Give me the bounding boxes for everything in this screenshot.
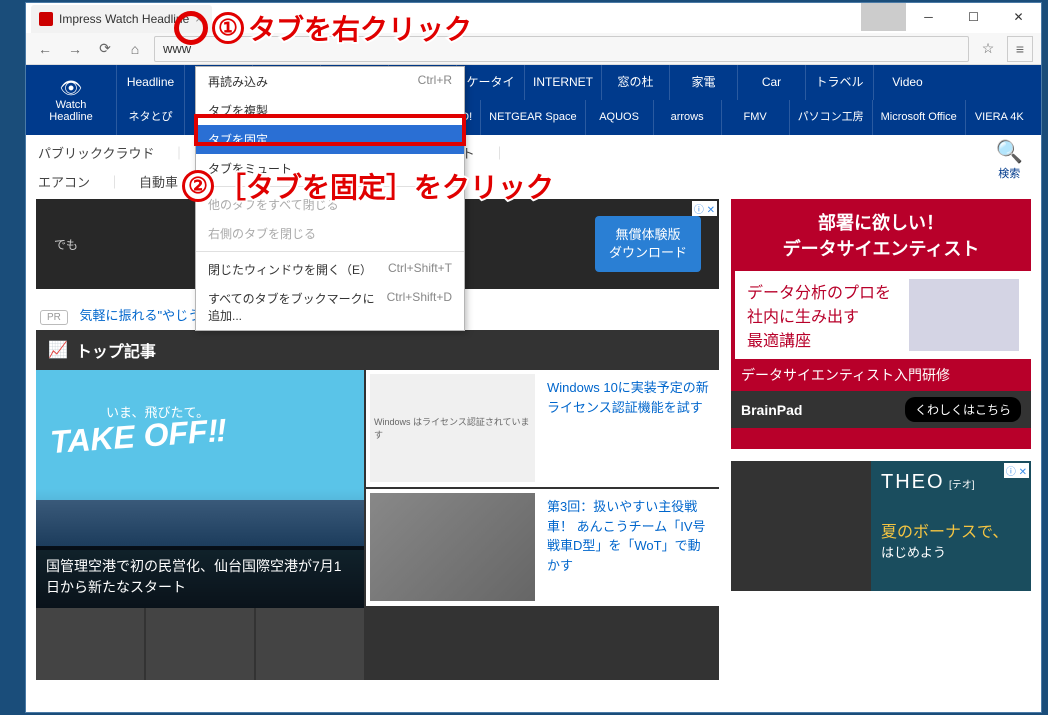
ad2-line2: はじめよう [881,545,946,560]
browser-window: Impress Watch Headline × 新 ─ ☐ ✕ ← → ⟳ ⌂… [25,2,1042,713]
tab-title: Impress Watch Headline [59,12,189,26]
nav-item[interactable]: ケータイ [456,65,524,100]
annotation-text: タブを右クリック [248,8,472,48]
article-thumb: Windows はライセンス認証されています [370,374,535,482]
forward-button[interactable]: → [64,38,86,60]
menu-button[interactable]: ≡ [1007,36,1033,62]
annotation-number: ① [212,12,244,44]
top-articles: 📈 トップ記事 いま、飛びたて。 TAKE OFF‼ 国管理空港で初の民営化、仙… [36,330,719,680]
content-area: でも Adobe Creative Cloudなら 1ライセンスで利用可能 無償… [26,199,1041,680]
ad-info-close[interactable]: ⓘ ✕ [692,201,717,216]
nav-item[interactable]: AQUOS [585,100,653,135]
side-column: 部署に欲しい！ データサイエンティスト データ分析のプロを 社内に生み出す 最適… [731,199,1031,680]
annotation-2: ② ［タブを固定］をクリック [182,166,554,206]
star-icon[interactable]: ☆ [977,38,999,60]
article-title: 第3回：扱いやすい主役戦車！ あんこうチーム「IV号戦車D型」を「WoT」で動か… [543,493,715,602]
article-row[interactable]: 第3回：扱いやすい主役戦車！ あんこうチーム「IV号戦車D型」を「WoT」で動か… [366,489,719,606]
menu-item: 右側のタブを閉じる [196,219,464,248]
search-icon: 🔍 [996,139,1023,165]
feature-caption: 国管理空港で初の民営化、仙台国際空港が7月1日から新たなスタート [36,546,364,608]
ad2-line1: 夏のボーナスで、 [881,524,1008,541]
tag-link[interactable]: パブリッククラウド [38,143,154,162]
search-label: 検索 [996,165,1023,181]
back-button[interactable]: ← [34,38,56,60]
top-header-text: トップ記事 [76,338,156,362]
close-button[interactable]: ✕ [996,3,1041,31]
home-button[interactable]: ⌂ [124,38,146,60]
side-ad-1[interactable]: 部署に欲しい！ データサイエンティスト データ分析のプロを 社内に生み出す 最適… [731,199,1031,449]
annotation-number: ② [182,170,214,202]
nav-item[interactable]: Video [873,65,941,100]
ad1-cta[interactable]: くわしくはこちら [905,397,1021,422]
window-controls: ─ ☐ ✕ [861,3,1041,31]
side-ad-2[interactable]: ⓘ ✕ THEO [テオ] 夏のボーナスで、 はじめよう [731,461,1031,591]
site-header: 👁 Watch Headline HeadlineVGAMEケータイINTERN… [26,65,1041,135]
nav-item[interactable]: Headline [116,65,184,100]
nav-item[interactable]: パソコン工房 [789,100,872,135]
tag-link[interactable]: 自動車 [139,172,178,191]
logo-text-2: Headline [49,111,92,123]
nav-item[interactable]: FMV [721,100,789,135]
article-row[interactable]: Windows はライセンス認証されています Windows 10に実装予定の新… [366,370,719,487]
ad-left-text: でも [54,236,78,253]
nav-item[interactable]: NETGEAR Space [480,100,584,135]
spacer [861,3,906,31]
feature-overlay: TAKE OFF‼ [49,412,228,461]
menu-item[interactable]: 閉じたウィンドウを開く（E）Ctrl+Shift+T [196,255,464,284]
minimize-button[interactable]: ─ [906,3,951,31]
pr-badge: PR [40,310,68,325]
nav-item[interactable]: VIERA 4K [965,100,1033,135]
ad1-headline1: 部署に欲しい！ [741,209,1021,235]
ad2-brand-sub: [テオ] [949,480,975,491]
tab-favicon [39,12,53,26]
ad2-info-close[interactable]: ⓘ ✕ [1004,463,1029,478]
site-logo[interactable]: 👁 Watch Headline [26,65,116,135]
article-list: Windows はライセンス認証されています Windows 10に実装予定の新… [366,370,719,608]
nav-item[interactable]: Car [737,65,805,100]
article-thumb [370,493,535,601]
feature-article[interactable]: いま、飛びたて。 TAKE OFF‼ 国管理空港で初の民営化、仙台国際空港が7月… [36,370,364,608]
nav-item[interactable]: トラベル [805,65,873,100]
tag-link[interactable]: エアコン [38,172,90,191]
logo-text-1: Watch [56,99,87,111]
ad2-image [731,461,871,591]
nav-item[interactable]: 窓の杜 [601,65,669,100]
nav-item[interactable]: INTERNET [524,65,601,100]
menu-item[interactable]: 再読み込みCtrl+R [196,67,464,96]
sub-thumb[interactable] [256,608,364,680]
ad1-image [909,279,1019,351]
ad1-brand: BrainPad [741,402,802,418]
menu-item[interactable]: すべてのタブをブックマークに追加...Ctrl+Shift+D [196,284,464,330]
article-title: Windows 10に実装予定の新ライセンス認証機能を試す [543,374,715,483]
ad-cta-button[interactable]: 無償体験版 ダウンロード [595,216,701,272]
reload-button[interactable]: ⟳ [94,38,116,60]
sub-thumbs [36,608,719,680]
maximize-button[interactable]: ☐ [951,3,996,31]
annotation-text: ［タブを固定］をクリック [218,166,554,206]
sub-thumb[interactable] [146,608,254,680]
circle-marker [174,11,208,45]
bolt-icon: 📈 [48,340,68,360]
ad1-headline2: データサイエンティスト [741,235,1021,261]
ad1-body: データ分析のプロを 社内に生み出す 最適講座 [747,279,909,351]
annotation-1: ① タブを右クリック [174,8,472,48]
ad1-footer-title: データサイエンティスト入門研修 [731,359,1031,391]
search-button[interactable]: 🔍 検索 [996,139,1023,181]
menu-item[interactable]: タブを固定 [196,125,464,154]
menu-item[interactable]: タブを複製 [196,96,464,125]
nav-item[interactable]: Microsoft Office [872,100,965,135]
sub-thumb[interactable] [36,608,144,680]
nav-item[interactable]: 家電 [669,65,737,100]
top-articles-header: 📈 トップ記事 [36,330,719,370]
nav-item[interactable]: arrows [653,100,721,135]
ad2-brand: THEO [881,471,945,493]
nav-item[interactable]: ネタとぴ [116,100,184,135]
